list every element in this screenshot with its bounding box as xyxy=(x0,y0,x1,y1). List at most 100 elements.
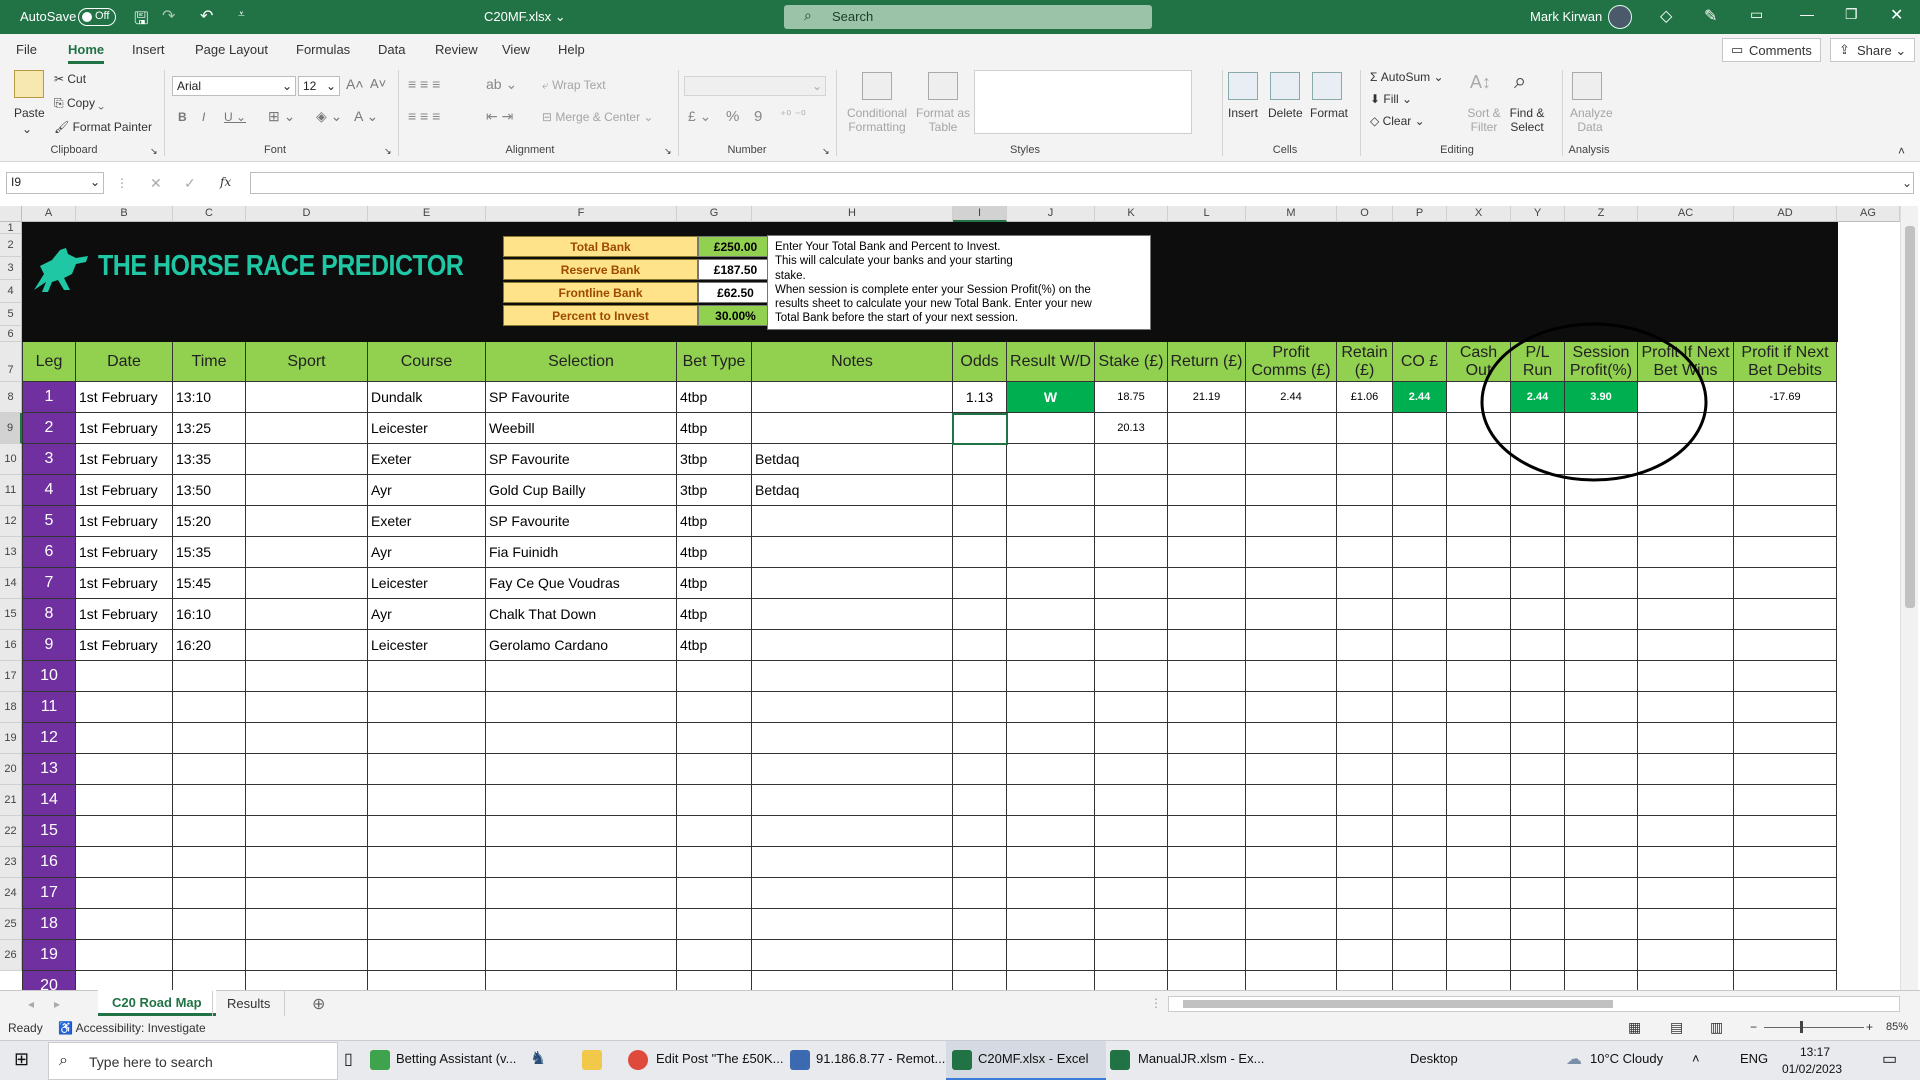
cell-profit-if-debits[interactable] xyxy=(1734,537,1837,568)
cell-result[interactable] xyxy=(1007,723,1095,754)
cell-session-profit[interactable] xyxy=(1565,599,1638,630)
autosave-toggle[interactable]: Off xyxy=(78,8,116,26)
cell-stake[interactable] xyxy=(1095,754,1168,785)
percent-invest-value[interactable]: 30.00% xyxy=(698,305,773,326)
cell-leg[interactable]: 9 xyxy=(22,630,76,661)
cell-profit-comms[interactable] xyxy=(1246,630,1337,661)
cell-bet-type[interactable]: 4tbp xyxy=(677,599,752,630)
redo-icon[interactable]: ↷ xyxy=(162,6,175,26)
cell-co[interactable] xyxy=(1393,847,1447,878)
cell-sport[interactable] xyxy=(246,847,368,878)
vertical-scrollbar[interactable] xyxy=(1900,206,1918,990)
cell-session-profit[interactable] xyxy=(1565,754,1638,785)
cell-retain[interactable] xyxy=(1337,661,1393,692)
cell-profit-if-wins[interactable] xyxy=(1638,599,1734,630)
cell-bet-type[interactable]: 4tbp xyxy=(677,537,752,568)
cell-sport[interactable] xyxy=(246,754,368,785)
cell-course[interactable] xyxy=(368,785,486,816)
cell-date[interactable]: 1st February xyxy=(76,506,173,537)
cell-selection[interactable]: Gold Cup Bailly xyxy=(486,475,677,506)
cell-return[interactable] xyxy=(1168,475,1246,506)
cell-profit-if-debits[interactable] xyxy=(1734,723,1837,754)
cell-result[interactable] xyxy=(1007,692,1095,723)
normal-view-icon[interactable]: ▦ xyxy=(1628,1019,1641,1036)
cell-return[interactable] xyxy=(1168,723,1246,754)
cell-selection[interactable]: SP Favourite xyxy=(486,382,677,413)
cell-co[interactable] xyxy=(1393,537,1447,568)
cell-co[interactable] xyxy=(1393,692,1447,723)
tab-page-layout[interactable]: Page Layout xyxy=(195,42,268,57)
column-header[interactable]: AC xyxy=(1638,206,1734,222)
cell-selection[interactable] xyxy=(486,723,677,754)
cell-notes[interactable] xyxy=(752,754,953,785)
taskbar-app-excel-manual[interactable]: ManualJR.xlsm - Ex... xyxy=(1138,1051,1264,1066)
cell-selection[interactable] xyxy=(486,940,677,971)
cell-retain[interactable] xyxy=(1337,878,1393,909)
cell-course[interactable]: Exeter xyxy=(368,506,486,537)
cell-profit-if-wins[interactable] xyxy=(1638,940,1734,971)
cell-result[interactable] xyxy=(1007,847,1095,878)
cell-bet-type[interactable] xyxy=(677,661,752,692)
column-header[interactable]: G xyxy=(677,206,752,222)
taskbar-app-chrome[interactable]: Edit Post "The £50K... xyxy=(656,1051,783,1066)
cell-profit-if-debits[interactable] xyxy=(1734,506,1837,537)
close-icon[interactable]: ✕ xyxy=(1890,5,1903,25)
cell-profit-comms[interactable] xyxy=(1246,413,1337,444)
cell-sport[interactable] xyxy=(246,475,368,506)
row-header[interactable]: 14 xyxy=(0,568,22,599)
format-as-table-icon[interactable] xyxy=(928,72,958,100)
cell-session-profit[interactable] xyxy=(1565,568,1638,599)
cell-odds[interactable] xyxy=(953,537,1007,568)
cell-profit-if-wins[interactable] xyxy=(1638,661,1734,692)
formula-input[interactable] xyxy=(250,172,1914,194)
maximize-icon[interactable]: ❐ xyxy=(1845,6,1858,23)
cell-session-profit[interactable] xyxy=(1565,847,1638,878)
cell-course[interactable] xyxy=(368,847,486,878)
cell-profit-comms[interactable] xyxy=(1246,506,1337,537)
tab-insert[interactable]: Insert xyxy=(132,42,165,57)
cell-notes[interactable] xyxy=(752,568,953,599)
zoom-in-icon[interactable]: + xyxy=(1866,1020,1873,1034)
font-color-icon[interactable]: A ⌄ xyxy=(354,108,378,125)
tab-home[interactable]: Home xyxy=(68,42,105,64)
cell-notes[interactable] xyxy=(752,692,953,723)
cell-sport[interactable] xyxy=(246,444,368,475)
cell-time[interactable] xyxy=(173,940,246,971)
cell-leg[interactable]: 19 xyxy=(22,940,76,971)
column-header[interactable]: AD xyxy=(1734,206,1837,222)
minimize-icon[interactable]: — xyxy=(1800,6,1814,22)
cell-cash-out[interactable] xyxy=(1447,847,1511,878)
fill-color-icon[interactable]: ◈ ⌄ xyxy=(316,108,342,125)
cell-result[interactable] xyxy=(1007,816,1095,847)
cell-stake[interactable] xyxy=(1095,878,1168,909)
row-header[interactable]: 17 xyxy=(0,661,22,692)
cell-profit-if-wins[interactable] xyxy=(1638,785,1734,816)
cell-cash-out[interactable] xyxy=(1447,599,1511,630)
decrease-font-icon[interactable]: A˅ xyxy=(370,76,386,91)
row-header[interactable]: 12 xyxy=(0,506,22,537)
cell-bet-type[interactable] xyxy=(677,785,752,816)
cell-sport[interactable] xyxy=(246,878,368,909)
cell-course[interactable]: Ayr xyxy=(368,599,486,630)
cell-pl-run[interactable] xyxy=(1511,847,1565,878)
cell-selection[interactable]: SP Favourite xyxy=(486,444,677,475)
cell-odds[interactable] xyxy=(953,816,1007,847)
cell-stake[interactable]: 18.75 xyxy=(1095,382,1168,413)
cell-pl-run[interactable] xyxy=(1511,754,1565,785)
column-header[interactable]: I xyxy=(953,206,1007,222)
cell-leg[interactable]: 13 xyxy=(22,754,76,785)
cell-odds[interactable] xyxy=(953,475,1007,506)
cell-leg[interactable]: 2 xyxy=(22,413,76,444)
row-header[interactable]: 15 xyxy=(0,599,22,630)
cell-retain[interactable] xyxy=(1337,475,1393,506)
page-layout-icon[interactable]: ▤ xyxy=(1670,1019,1683,1036)
row-header[interactable]: 3 xyxy=(0,257,22,280)
row-header[interactable]: 24 xyxy=(0,878,22,909)
cell-time[interactable] xyxy=(173,816,246,847)
column-header[interactable]: F xyxy=(486,206,677,222)
row-header[interactable]: 16 xyxy=(0,630,22,661)
sheet-tab-c20-road-map[interactable]: C20 Road Map xyxy=(98,990,216,1016)
cell-session-profit[interactable] xyxy=(1565,909,1638,940)
cell-profit-if-wins[interactable] xyxy=(1638,723,1734,754)
cell-date[interactable]: 1st February xyxy=(76,475,173,506)
